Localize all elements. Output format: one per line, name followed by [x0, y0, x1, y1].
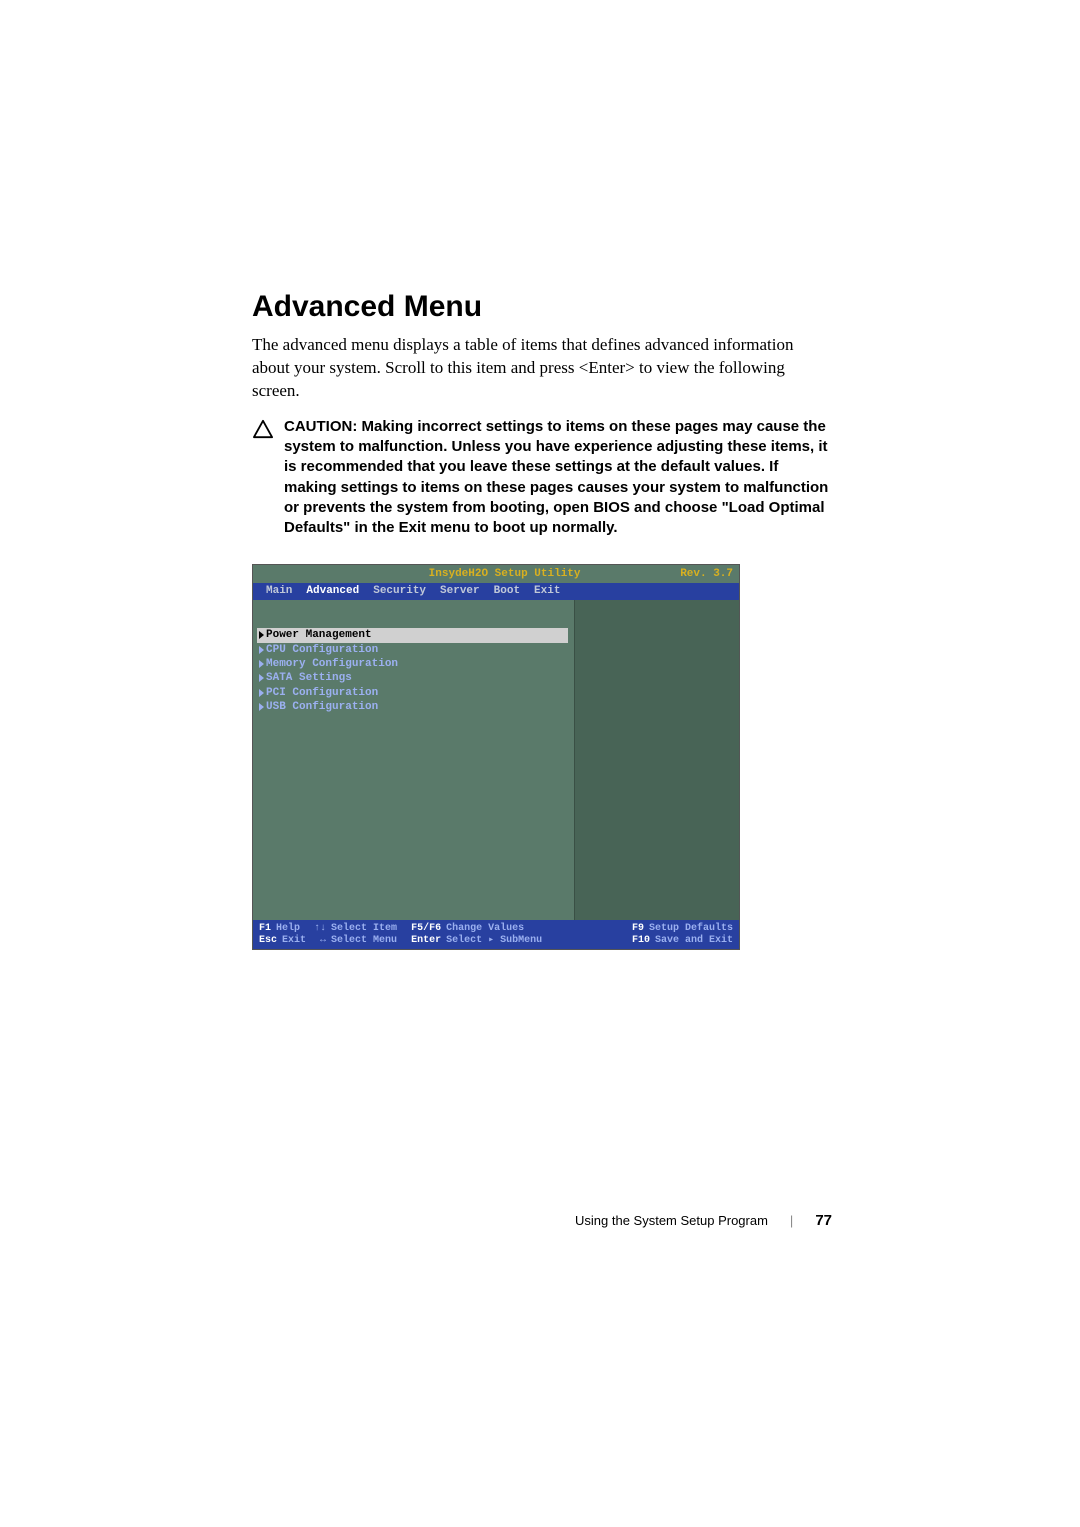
key-f5f6: F5/F6 — [411, 923, 441, 934]
chevron-right-icon — [259, 674, 264, 682]
hint-select-item: ↑↓ Select Item — [314, 923, 397, 934]
tab-advanced[interactable]: Advanced — [299, 585, 366, 598]
menu-label: SATA Settings — [266, 671, 352, 685]
action-select-submenu: Select ▸ SubMenu — [446, 934, 542, 946]
chevron-right-icon — [259, 689, 264, 697]
action-select-item: Select Item — [331, 923, 397, 934]
menu-label: Memory Configuration — [266, 657, 398, 671]
tab-security[interactable]: Security — [366, 585, 433, 598]
caution-text: CAUTION: Making incorrect settings to it… — [284, 417, 832, 539]
footer-separator: | — [790, 1213, 793, 1228]
bios-footer: F1 Help ↑↓ Select Item F5/F6 Change Valu… — [253, 920, 739, 949]
tab-main[interactable]: Main — [259, 585, 299, 598]
menu-label: CPU Configuration — [266, 643, 378, 657]
menu-sata-settings[interactable]: SATA Settings — [257, 671, 568, 685]
key-f1: F1 — [259, 923, 271, 934]
hint-exit: Esc Exit — [259, 934, 306, 946]
caution-label: CAUTION: — [284, 418, 362, 435]
hint-save-exit: F10 Save and Exit — [632, 934, 733, 946]
bios-menu-pane: Power Management CPU Configuration Memor… — [253, 600, 574, 920]
arrow-left-right-icon: ↔ — [320, 935, 326, 946]
action-save-exit: Save and Exit — [655, 935, 733, 946]
menu-power-management[interactable]: Power Management — [257, 628, 568, 642]
menu-label: USB Configuration — [266, 700, 378, 714]
menu-label: PCI Configuration — [266, 686, 378, 700]
bios-title: InsydeH2O Setup Utility — [329, 568, 680, 580]
footer-row-2: Esc Exit ↔ Select Menu Enter Select ▸ Su… — [259, 934, 733, 946]
page-number: 77 — [815, 1212, 832, 1229]
chevron-right-icon — [259, 631, 264, 639]
caution-icon — [252, 419, 274, 444]
key-esc: Esc — [259, 935, 277, 946]
key-f9: F9 — [632, 923, 644, 934]
chevron-right-icon — [259, 646, 264, 654]
footer-text: Using the System Setup Program — [575, 1213, 768, 1228]
menu-label: Power Management — [266, 628, 372, 642]
bios-header-bar: InsydeH2O Setup Utility Rev. 3.7 — [253, 565, 739, 583]
section-heading: Advanced Menu — [252, 290, 832, 324]
action-help: Help — [276, 923, 300, 934]
arrow-up-down-icon: ↑↓ — [314, 923, 326, 934]
menu-cpu-configuration[interactable]: CPU Configuration — [257, 643, 568, 657]
bios-screenshot: InsydeH2O Setup Utility Rev. 3.7 Main Ad… — [252, 564, 740, 950]
chevron-right-icon — [259, 660, 264, 668]
action-exit: Exit — [282, 935, 306, 946]
key-enter: Enter — [411, 935, 441, 946]
tab-boot[interactable]: Boot — [487, 585, 527, 598]
hint-select-submenu: Enter Select ▸ SubMenu — [411, 934, 542, 946]
action-change-values: Change Values — [446, 923, 524, 934]
page-footer: Using the System Setup Program | 77 — [575, 1212, 832, 1229]
caution-note: CAUTION: Making incorrect settings to it… — [252, 417, 832, 539]
hint-setup-defaults: F9 Setup Defaults — [632, 923, 733, 934]
tab-server[interactable]: Server — [433, 585, 487, 598]
bios-body: Power Management CPU Configuration Memor… — [253, 600, 739, 920]
hint-select-menu: ↔ Select Menu — [320, 934, 397, 946]
key-f10: F10 — [632, 935, 650, 946]
bios-info-pane — [574, 600, 739, 920]
menu-pci-configuration[interactable]: PCI Configuration — [257, 686, 568, 700]
bios-revision: Rev. 3.7 — [680, 568, 733, 580]
intro-paragraph: The advanced menu displays a table of it… — [252, 334, 832, 403]
menu-usb-configuration[interactable]: USB Configuration — [257, 700, 568, 714]
tab-exit[interactable]: Exit — [527, 585, 567, 598]
hint-change-values: F5/F6 Change Values — [411, 923, 524, 934]
bios-tab-bar: Main Advanced Security Server Boot Exit — [253, 583, 739, 600]
menu-memory-configuration[interactable]: Memory Configuration — [257, 657, 568, 671]
action-setup-defaults: Setup Defaults — [649, 923, 733, 934]
chevron-right-icon — [259, 703, 264, 711]
hint-help: F1 Help — [259, 923, 300, 934]
footer-row-1: F1 Help ↑↓ Select Item F5/F6 Change Valu… — [259, 923, 733, 934]
action-select-menu: Select Menu — [331, 935, 397, 946]
caution-body: Making incorrect settings to items on th… — [284, 418, 828, 536]
